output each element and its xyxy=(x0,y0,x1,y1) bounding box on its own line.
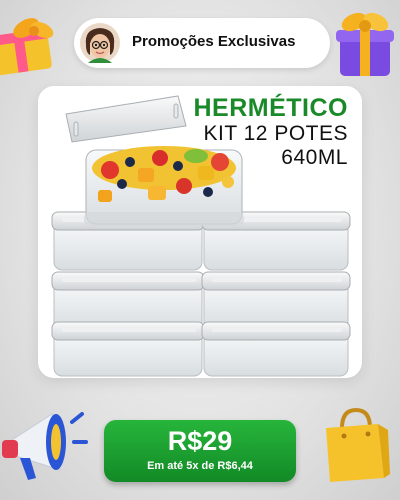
promo-banner: Promoções Exclusivas xyxy=(74,18,330,68)
container-stack-left xyxy=(51,211,205,377)
product-kit-label: KIT 12 POTES xyxy=(203,122,348,145)
gift-icon xyxy=(336,12,394,76)
container-stack-right xyxy=(201,211,351,377)
avatar xyxy=(80,23,120,63)
product-volume-label: 640ML xyxy=(281,146,348,169)
megaphone-icon xyxy=(2,412,88,480)
price-installments: Em até 5x de R$6,44 xyxy=(147,460,253,472)
product-headline: HERMÉTICO xyxy=(193,94,348,122)
price-value: R$29 xyxy=(167,426,233,456)
promo-label: Promoções Exclusivas xyxy=(132,33,296,50)
shopping-bag-icon xyxy=(326,407,390,482)
product-card: HERMÉTICO KIT 12 POTES 640ML xyxy=(38,86,362,378)
gift-icon xyxy=(0,18,54,76)
price-button[interactable]: R$29 Em até 5x de R$6,44 xyxy=(104,420,296,482)
